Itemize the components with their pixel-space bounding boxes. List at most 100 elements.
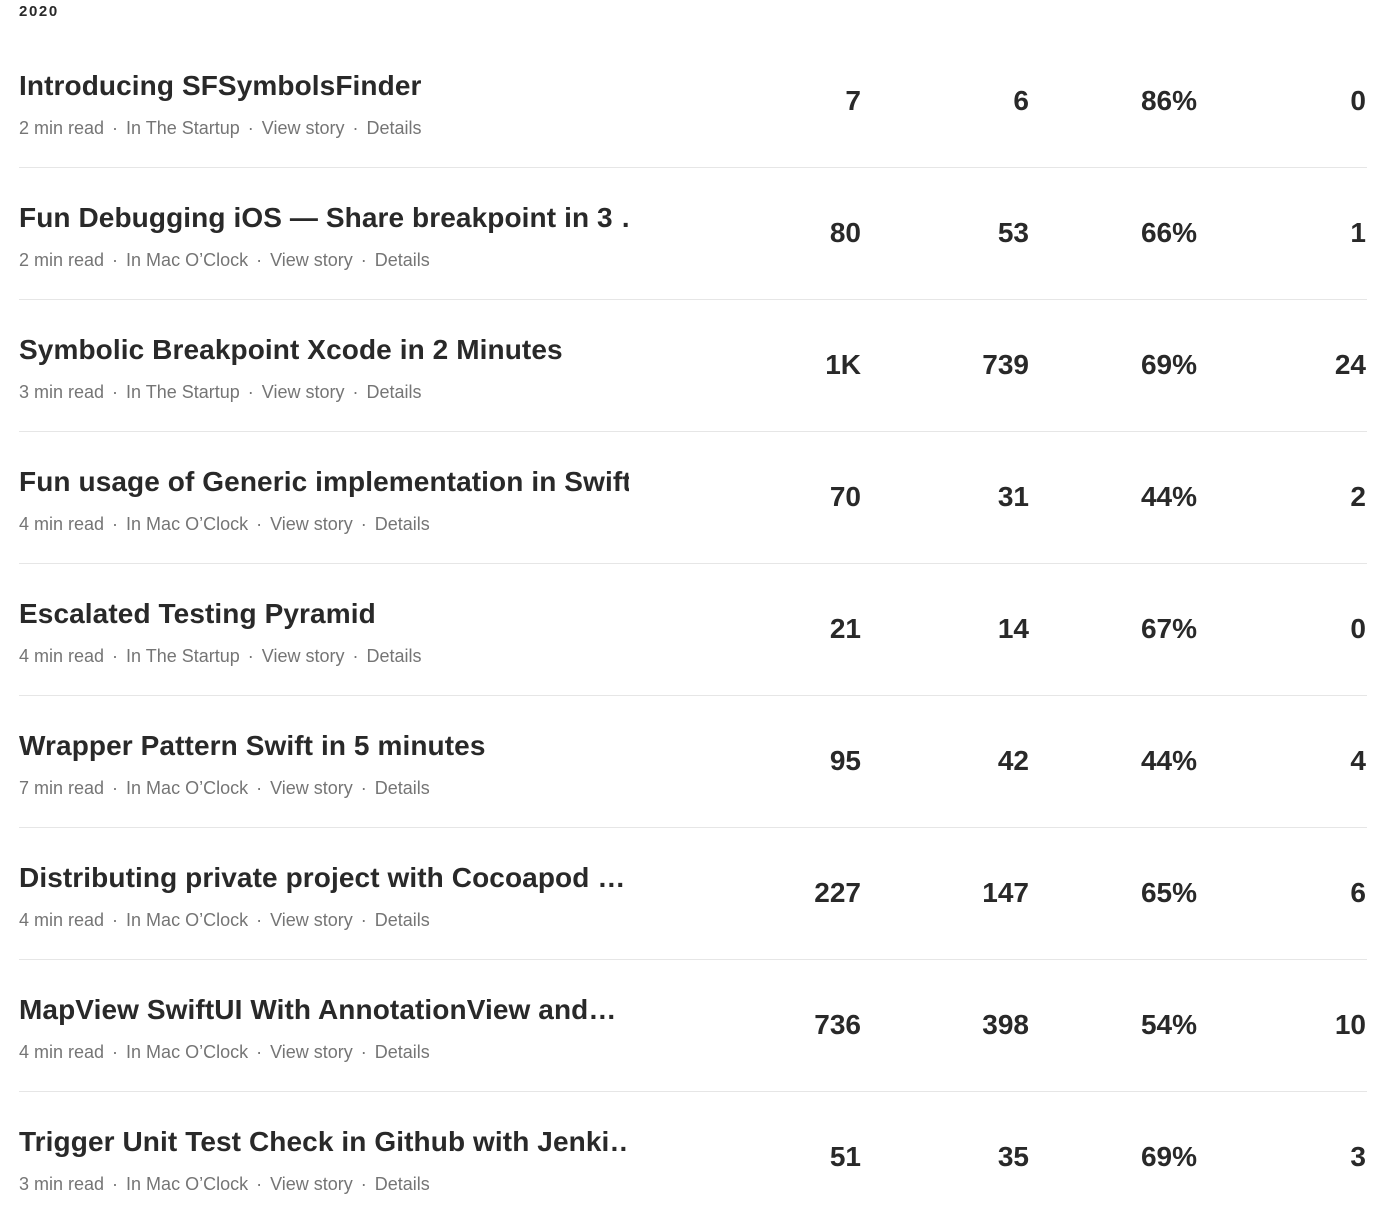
read-time: 2 min read (19, 118, 105, 138)
separator-dot: · (256, 910, 263, 930)
story-row: MapView SwiftUI With AnnotationView and…… (19, 960, 1367, 1092)
read-time: 4 min read (19, 1042, 105, 1062)
publication-link[interactable]: In The Startup (126, 382, 240, 402)
separator-dot: · (256, 778, 263, 798)
view-story-link[interactable]: View story (270, 514, 353, 534)
fans-count: 0 (1350, 613, 1366, 644)
views-count: 70 (829, 481, 861, 512)
read-time: 4 min read (19, 646, 105, 666)
story-meta: 3 min read · In The Startup · View story · Det… (19, 381, 422, 403)
separator-dot: · (112, 118, 119, 138)
read-ratio: 65% (1140, 877, 1197, 908)
separator-dot: · (360, 1174, 367, 1194)
reads-count: 6 (1013, 85, 1029, 116)
story-row: Fun Debugging iOS — Share breakpoint in … (19, 168, 1367, 300)
read-time: 4 min read (19, 514, 105, 534)
story-title[interactable]: Symbolic Breakpoint Xcode in 2 Minutes (19, 333, 629, 367)
views-count: 51 (829, 1141, 861, 1172)
view-story-link[interactable]: View story (270, 1174, 353, 1194)
view-story-link[interactable]: View story (270, 910, 353, 930)
separator-dot: · (256, 1042, 263, 1062)
separator-dot: · (112, 514, 119, 534)
view-story-link[interactable]: View story (262, 646, 345, 666)
separator-dot: · (360, 1042, 367, 1062)
views-count: 80 (829, 217, 861, 248)
view-story-link[interactable]: View story (270, 250, 353, 270)
reads-count: 31 (997, 481, 1029, 512)
details-link[interactable]: Details (367, 118, 422, 138)
story-title[interactable]: Distributing private project with Cocoap… (19, 861, 629, 895)
details-link[interactable]: Details (375, 1174, 430, 1194)
story-meta: 2 min read · In Mac O’Clock · View story · Det… (19, 249, 430, 271)
read-time: 3 min read (19, 382, 105, 402)
read-ratio: 69% (1140, 349, 1197, 380)
read-time: 7 min read (19, 778, 105, 798)
reads-count: 739 (982, 349, 1029, 380)
view-story-link[interactable]: View story (270, 1042, 353, 1062)
details-link[interactable]: Details (375, 910, 430, 930)
story-meta: 4 min read · In Mac O’Clock · View story · Det… (19, 1041, 430, 1063)
reads-count: 53 (997, 217, 1029, 248)
separator-dot: · (256, 514, 263, 534)
story-title[interactable]: Wrapper Pattern Swift in 5 minutes (19, 729, 629, 763)
story-title[interactable]: MapView SwiftUI With AnnotationView and… (19, 993, 629, 1027)
separator-dot: · (352, 382, 359, 402)
separator-dot: · (112, 1174, 119, 1194)
reads-count: 398 (982, 1009, 1029, 1040)
view-story-link[interactable]: View story (262, 118, 345, 138)
separator-dot: · (112, 910, 119, 930)
publication-link[interactable]: In The Startup (126, 646, 240, 666)
view-story-link[interactable]: View story (270, 778, 353, 798)
details-link[interactable]: Details (375, 1042, 430, 1062)
separator-dot: · (360, 514, 367, 534)
details-link[interactable]: Details (375, 778, 430, 798)
read-ratio: 86% (1140, 85, 1197, 116)
story-row: Fun usage of Generic implementation in S… (19, 432, 1367, 564)
separator-dot: · (256, 1174, 263, 1194)
separator-dot: · (247, 118, 254, 138)
story-row: Wrapper Pattern Swift in 5 minutes 7 min… (19, 696, 1367, 828)
fans-count: 3 (1350, 1141, 1366, 1172)
separator-dot: · (112, 1042, 119, 1062)
story-meta: 4 min read · In Mac O’Clock · View story · Det… (19, 513, 430, 535)
views-count: 21 (829, 613, 861, 644)
story-title[interactable]: Escalated Testing Pyramid (19, 597, 629, 631)
reads-count: 147 (982, 877, 1029, 908)
views-count: 736 (814, 1009, 861, 1040)
reads-count: 42 (997, 745, 1029, 776)
story-row: Symbolic Breakpoint Xcode in 2 Minutes 3… (19, 300, 1367, 432)
views-count: 1K (825, 349, 861, 380)
story-title[interactable]: Introducing SFSymbolsFinder (19, 69, 629, 103)
details-link[interactable]: Details (367, 646, 422, 666)
fans-count: 2 (1350, 481, 1366, 512)
details-link[interactable]: Details (375, 514, 430, 534)
read-ratio: 69% (1140, 1141, 1197, 1172)
fans-count: 6 (1350, 877, 1366, 908)
year-heading: 2020 (19, 3, 59, 20)
read-ratio: 44% (1140, 745, 1197, 776)
separator-dot: · (247, 646, 254, 666)
separator-dot: · (247, 382, 254, 402)
story-meta: 4 min read · In Mac O’Clock · View story · Det… (19, 909, 430, 931)
publication-link[interactable]: In The Startup (126, 118, 240, 138)
read-time: 3 min read (19, 1174, 105, 1194)
publication-link[interactable]: In Mac O’Clock (126, 250, 248, 270)
publication-link[interactable]: In Mac O’Clock (126, 778, 248, 798)
separator-dot: · (360, 778, 367, 798)
reads-count: 14 (997, 613, 1029, 644)
story-title[interactable]: Fun usage of Generic implementation in S… (19, 465, 629, 499)
publication-link[interactable]: In Mac O’Clock (126, 910, 248, 930)
read-ratio: 67% (1140, 613, 1197, 644)
separator-dot: · (112, 778, 119, 798)
details-link[interactable]: Details (375, 250, 430, 270)
publication-link[interactable]: In Mac O’Clock (126, 1042, 248, 1062)
read-time: 2 min read (19, 250, 105, 270)
story-title[interactable]: Fun Debugging iOS — Share breakpoint in … (19, 201, 629, 235)
view-story-link[interactable]: View story (262, 382, 345, 402)
read-ratio: 54% (1140, 1009, 1197, 1040)
story-title[interactable]: Trigger Unit Test Check in Github with J… (19, 1125, 629, 1159)
publication-link[interactable]: In Mac O’Clock (126, 514, 248, 534)
story-row: Escalated Testing Pyramid 4 min read · In … (19, 564, 1367, 696)
details-link[interactable]: Details (367, 382, 422, 402)
publication-link[interactable]: In Mac O’Clock (126, 1174, 248, 1194)
